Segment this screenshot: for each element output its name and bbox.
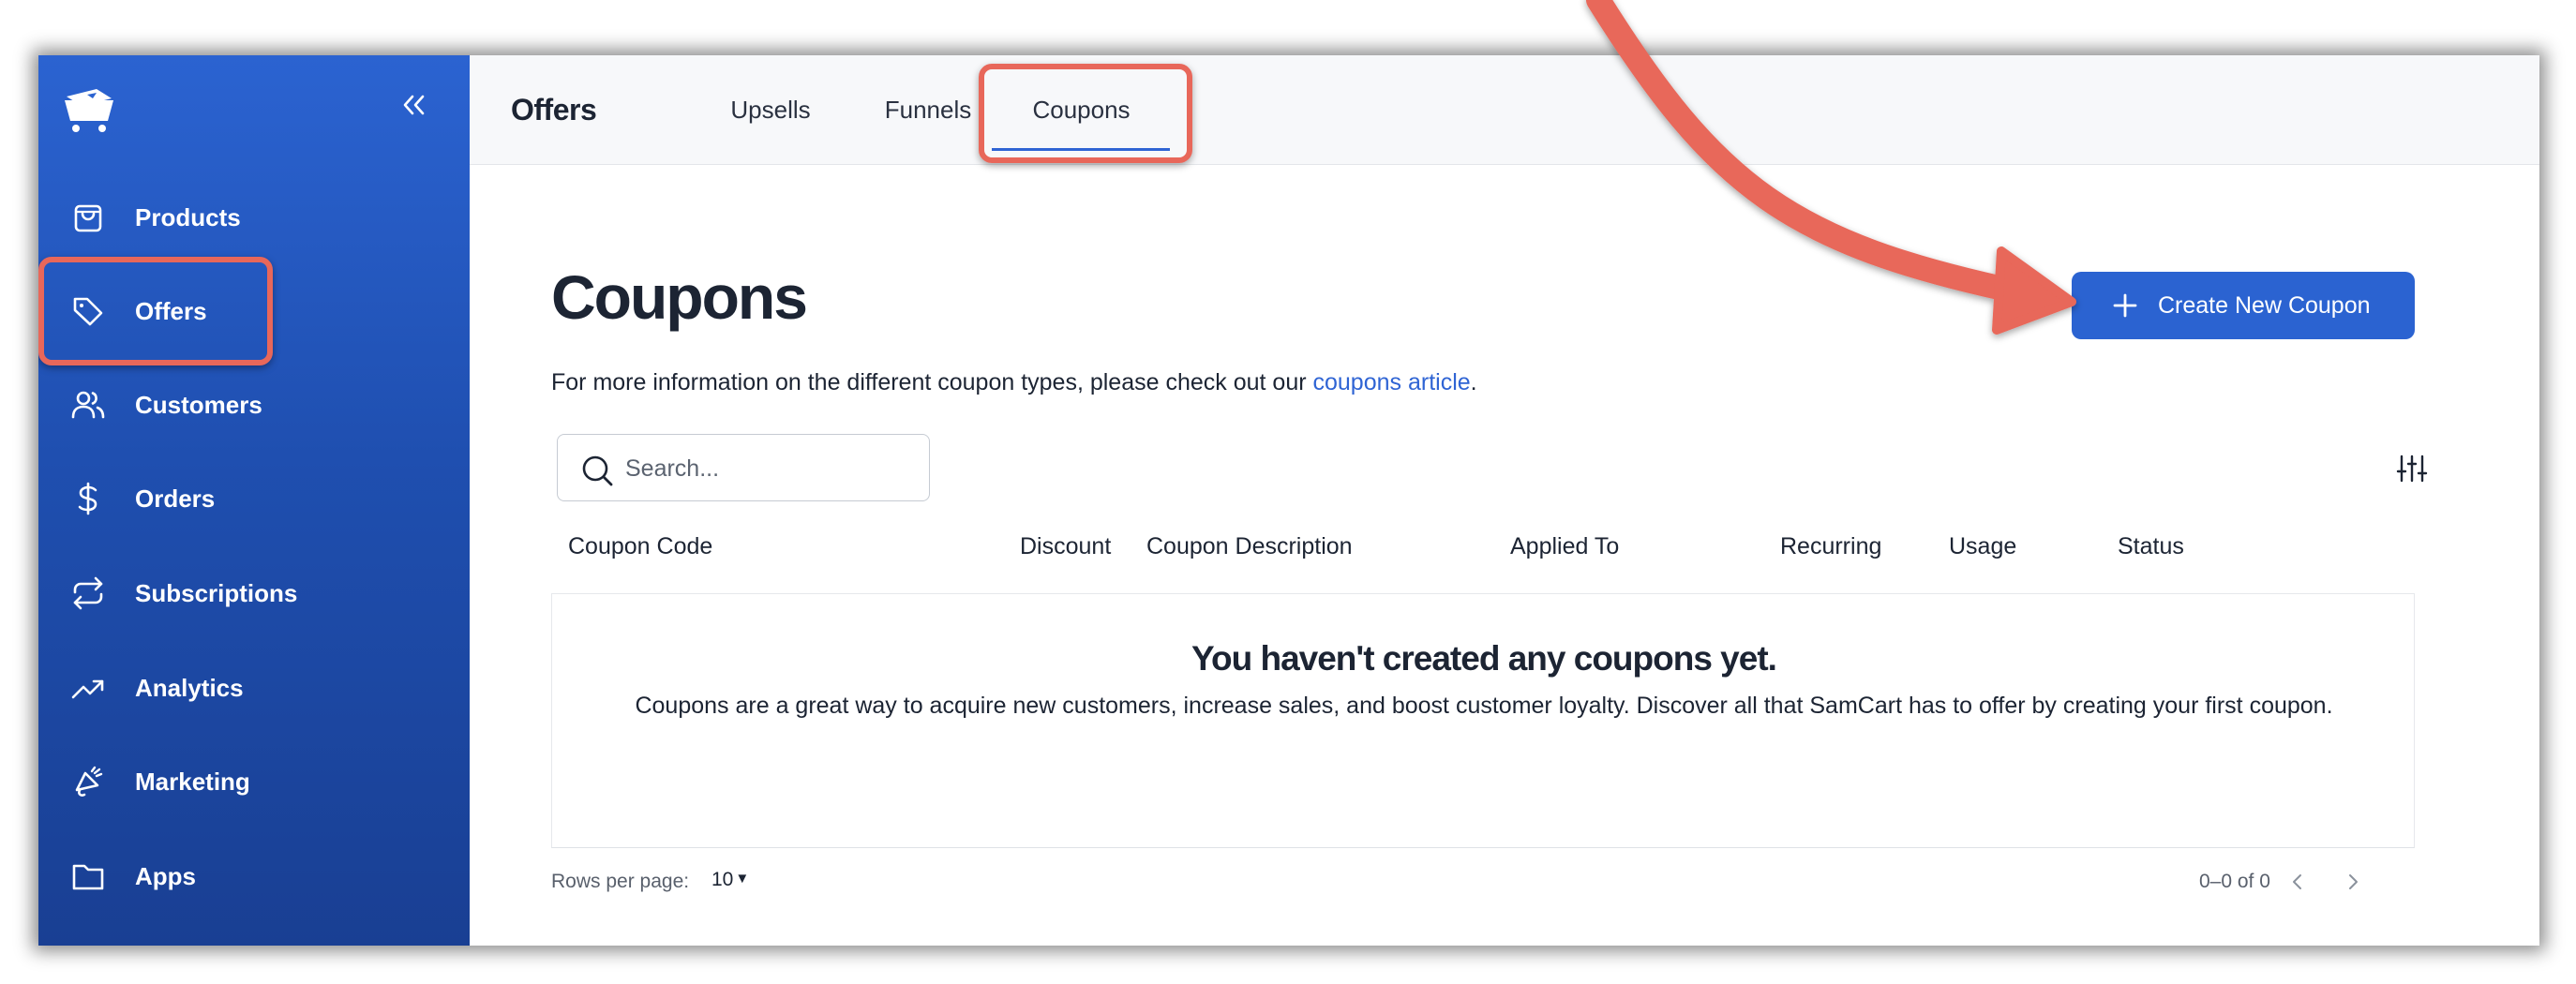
samcart-logo-icon[interactable] [59,83,119,136]
column-header-coupon-description[interactable]: Coupon Description [1146,533,1353,560]
search-icon [582,455,613,486]
sidebar-item-orders[interactable]: Orders [38,461,470,536]
section-title: Offers [511,93,597,127]
sidebar-item-analytics[interactable]: Analytics [38,650,470,725]
info-text: For more information on the different co… [551,369,1477,396]
search-box[interactable] [557,434,930,501]
search-input[interactable] [623,448,908,489]
offers-highlight-annotation [38,257,273,365]
sidebar-item-label: Subscriptions [135,579,298,607]
tab-upsells[interactable]: Upsells [710,55,831,164]
column-header-coupon-code[interactable]: Coupon Code [568,533,712,560]
rows-per-page-label: Rows per page: [551,871,690,892]
sidebar-item-subscriptions[interactable]: Subscriptions [38,556,470,631]
empty-state-title: You haven't created any coupons yet. [1191,639,1777,678]
users-icon [71,391,105,419]
tab-funnels[interactable]: Funnels [863,55,993,164]
column-header-status[interactable]: Status [2118,533,2184,560]
sidebar-item-products[interactable]: Products [38,180,470,255]
sidebar-item-apps[interactable]: Apps [38,839,470,914]
sidebar-item-customers[interactable]: Customers [38,367,470,442]
coupons-article-link[interactable]: coupons article [1313,369,1471,395]
chevron-right-icon[interactable] [2341,870,2365,894]
empty-state-description: Coupons are a great way to acquire new c… [635,693,2333,719]
column-settings-icon[interactable] [2396,453,2428,485]
column-header-recurring[interactable]: Recurring [1780,533,1881,560]
sidebar-item-label: Apps [135,862,196,890]
rows-per-page-select[interactable]: 10 ▼ [711,869,749,891]
tab-bar: Offers Upsells Funnels Coupons [470,55,2539,165]
sidebar-item-label: Orders [135,485,216,513]
dollar-icon [78,482,97,515]
info-text-suffix: . [1470,369,1477,395]
shopping-bag-icon [74,204,102,232]
info-text-prefix: For more information on the different co… [551,369,1313,395]
pagination-range: 0–0 of 0 [2199,871,2270,892]
create-new-coupon-button[interactable]: Create New Coupon [2072,272,2415,339]
empty-state-panel: You haven't created any coupons yet. Cou… [551,593,2415,848]
column-header-applied-to[interactable]: Applied To [1510,533,1619,560]
sidebar-item-label: Products [135,203,241,231]
column-header-discount[interactable]: Discount [1020,533,1111,560]
app-window: Products Offers Customers Orders Subscri… [38,55,2539,946]
chevron-left-icon[interactable] [2285,870,2310,894]
sidebar: Products Offers Customers Orders Subscri… [38,55,470,946]
sidebar-item-marketing[interactable]: Marketing [38,744,470,819]
megaphone-icon [75,766,103,797]
folder-icon [72,864,104,890]
page-title: Coupons [551,262,808,332]
trending-up-icon [71,679,104,699]
sidebar-item-label: Analytics [135,674,244,702]
coupons-tab-highlight-annotation [979,64,1192,163]
column-header-usage[interactable]: Usage [1949,533,2016,560]
rows-per-page-value: 10 [711,869,734,890]
caret-down-icon: ▼ [735,871,750,887]
repeat-icon [73,576,103,610]
create-new-coupon-label: Create New Coupon [2158,292,2371,319]
plus-icon [2113,293,2137,318]
sidebar-item-label: Marketing [135,768,250,796]
sidebar-item-label: Customers [135,391,262,419]
collapse-sidebar-icon[interactable] [397,89,429,121]
main-content: Offers Upsells Funnels Coupons Coupons F… [470,55,2539,946]
